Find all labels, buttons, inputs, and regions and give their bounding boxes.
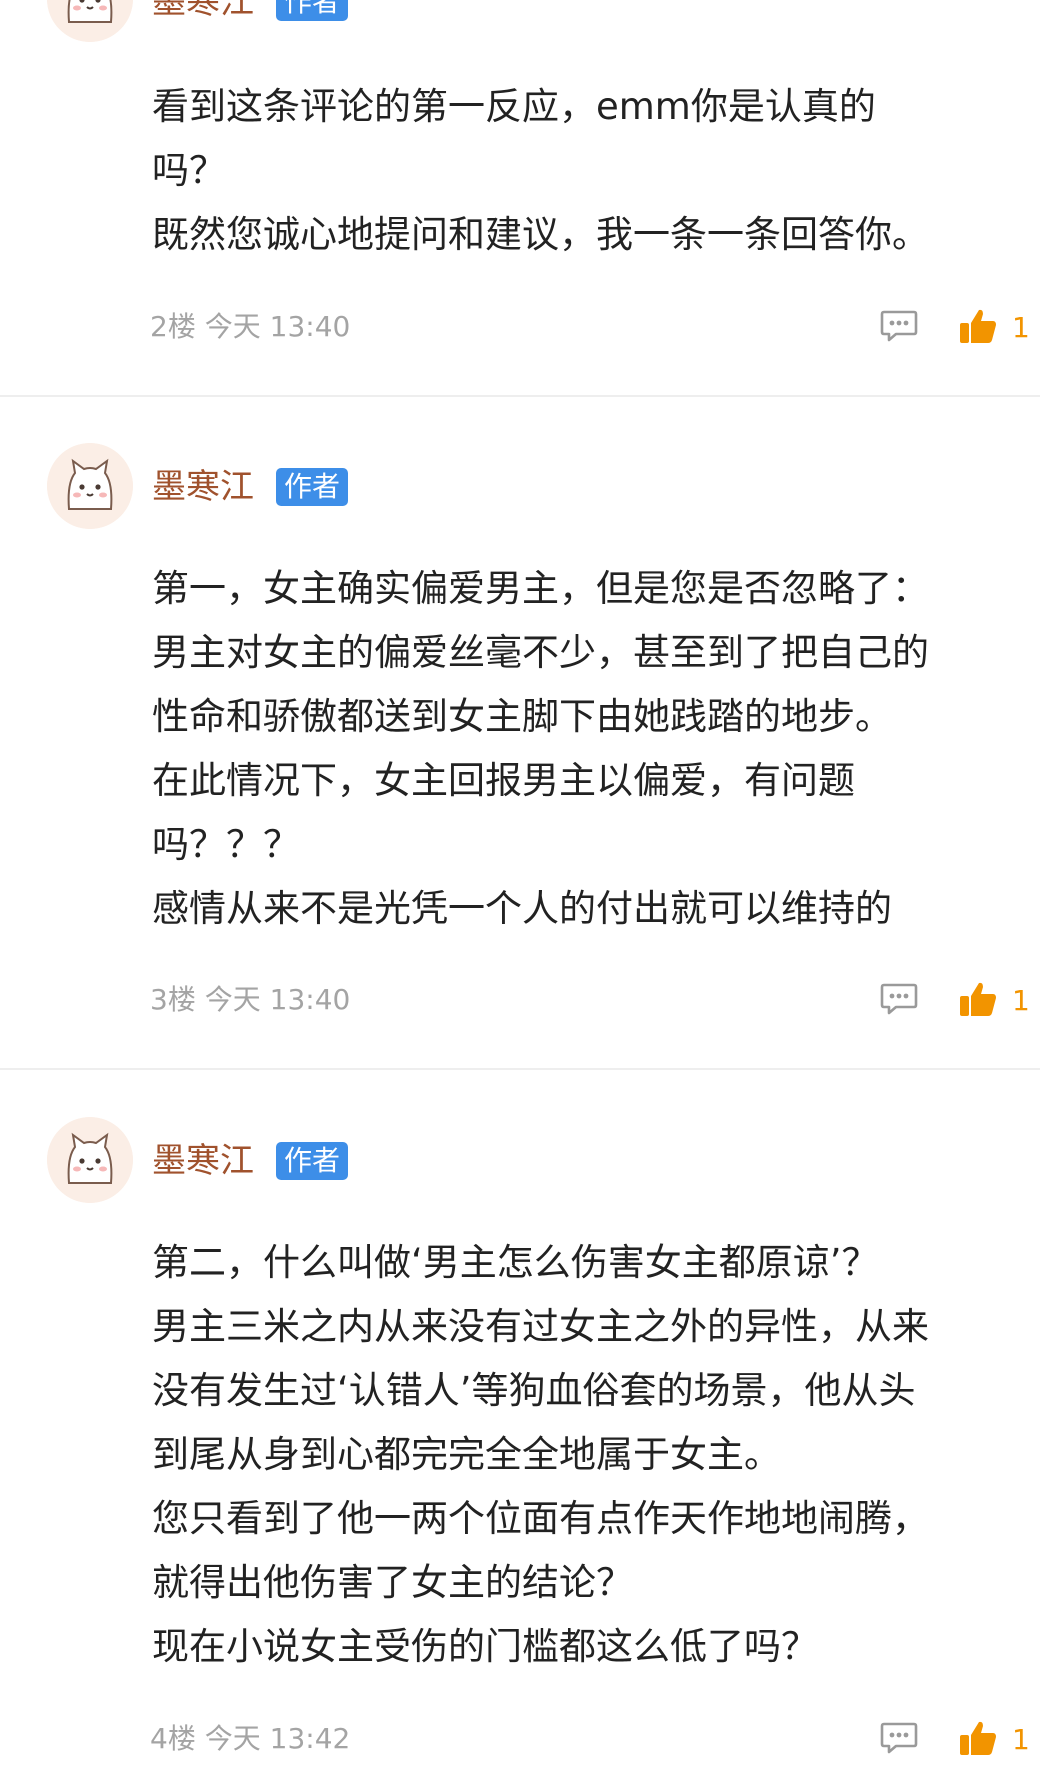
like-count: 1	[1012, 1723, 1030, 1756]
comment-divider	[0, 395, 1040, 397]
author-badge: 作者	[276, 0, 349, 21]
avatar[interactable]	[47, 1117, 133, 1203]
comment-line: 到尾从身到心都完完全全地属于女主。	[152, 1433, 781, 1476]
author-name[interactable]: 墨寒江	[152, 0, 254, 22]
comment-line: 性命和骄傲都送到女主脚下由她践踏的地步。	[152, 695, 892, 738]
comment-reply-icon[interactable]	[880, 1721, 918, 1755]
avatar[interactable]	[47, 0, 133, 42]
comment-text: 第二，什么叫做‘男主怎么伤害女主都原谅’？ 男主三米之内从来没有过女主之外的异性…	[152, 1231, 1032, 1679]
comment-line: 您只看到了他一两个位面有点作天作地地闹腾，	[152, 1497, 929, 1540]
comment-text: 第一，女主确实偏爱男主，但是您是否忽略了： 男主对女主的偏爱丝毫不少，甚至到了把…	[152, 557, 1032, 941]
comment-divider	[0, 1068, 1040, 1070]
comment-line: 现在小说女主受伤的门槛都这么低了吗？	[152, 1625, 818, 1668]
thumbs-up-icon[interactable]	[958, 1718, 998, 1758]
author-name[interactable]: 墨寒江	[152, 1141, 254, 1181]
cat-avatar-icon	[47, 0, 133, 42]
comment-line: 既然您诚心地提问和建议，我一条一条回答你。	[152, 213, 929, 256]
comment-line: 第一，女主确实偏爱男主，但是您是否忽略了：	[152, 567, 929, 610]
comment-line: 感情从来不是光凭一个人的付出就可以维持的	[152, 887, 892, 930]
comment-line: 第二，什么叫做‘男主怎么伤害女主都原谅’？	[152, 1241, 879, 1284]
comment-time: 今天 13:42	[204, 1722, 351, 1755]
comment-reply-icon[interactable]	[880, 982, 918, 1016]
like-count: 1	[1012, 984, 1030, 1017]
avatar[interactable]	[47, 443, 133, 529]
thumbs-up-icon[interactable]	[958, 979, 998, 1019]
floor-number: 2楼	[150, 310, 196, 343]
comment-line: 看到这条评论的第一反应，emm你是认真的	[152, 85, 876, 128]
comment-line: 吗？	[152, 149, 226, 192]
comment-time: 今天 13:40	[204, 983, 351, 1016]
author-badge: 作者	[276, 468, 349, 506]
like-count: 1	[1012, 311, 1030, 344]
comment-line: 男主对女主的偏爱丝毫不少，甚至到了把自己的	[152, 631, 929, 674]
comment-meta: 3楼 今天 13:40	[150, 983, 350, 1017]
comment-line: 就得出他伤害了女主的结论？	[152, 1561, 633, 1604]
comment-line: 吗？？？	[152, 823, 300, 866]
comment-line: 没有发生过‘认错人’等狗血俗套的场景，他从头	[152, 1369, 916, 1412]
comment-reply-icon[interactable]	[880, 309, 918, 343]
author-name[interactable]: 墨寒江	[152, 467, 254, 507]
comment-meta: 4楼 今天 13:42	[150, 1722, 350, 1756]
cat-avatar-icon	[47, 443, 133, 529]
cat-avatar-icon	[47, 1117, 133, 1203]
comment-line: 在此情况下，女主回报男主以偏爱，有问题	[152, 759, 855, 802]
floor-number: 4楼	[150, 1722, 196, 1755]
comment-line: 男主三米之内从来没有过女主之外的异性，从来	[152, 1305, 929, 1348]
floor-number: 3楼	[150, 983, 196, 1016]
comment-time: 今天 13:40	[204, 310, 351, 343]
comment-text: 看到这条评论的第一反应，emm你是认真的 吗？ 既然您诚心地提问和建议，我一条一…	[152, 75, 1032, 267]
thumbs-up-icon[interactable]	[958, 306, 998, 346]
comment-meta: 2楼 今天 13:40	[150, 310, 350, 344]
author-badge: 作者	[276, 1142, 349, 1180]
